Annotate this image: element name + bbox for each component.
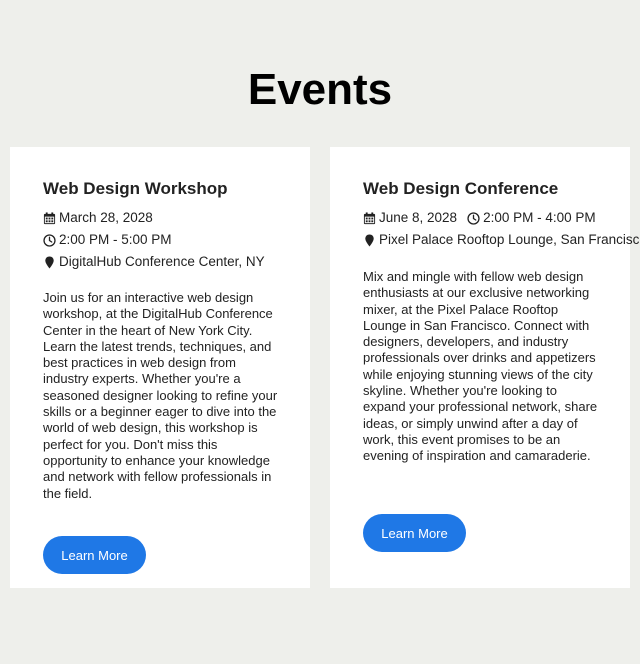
event-time: 2:00 PM - 4:00 PM <box>483 210 596 225</box>
event-date: June 8, 2028 <box>379 210 458 225</box>
calendar-icon <box>43 211 56 225</box>
event-location-row: Pixel Palace Rooftop Lounge, San Francis… <box>363 229 640 251</box>
learn-more-button[interactable]: Learn More <box>43 536 146 574</box>
page-title: Events <box>247 65 393 114</box>
event-date-time-row: June 8, 2028 2:00 PM - 4:00 PM <box>363 207 630 229</box>
event-card-web-design-workshop: Web Design Workshop March 28, 2028 2:00 … <box>10 147 310 588</box>
event-time: 2:00 PM - 5:00 PM <box>59 232 172 247</box>
event-title: Web Design Workshop <box>43 179 228 198</box>
event-description: Join us for an interactive web design wo… <box>43 290 278 501</box>
event-location-row: DigitalHub Conference Center, NY <box>43 251 310 273</box>
event-date: March 28, 2028 <box>59 210 153 225</box>
learn-more-button[interactable]: Learn More <box>363 514 466 552</box>
event-location: Pixel Palace Rooftop Lounge, San Francis… <box>379 232 640 247</box>
event-description: Mix and mingle with fellow web design en… <box>363 269 598 464</box>
event-location: DigitalHub Conference Center, NY <box>59 254 265 269</box>
event-time-row: 2:00 PM - 5:00 PM <box>43 229 310 251</box>
map-marker-icon <box>43 256 56 269</box>
clock-icon <box>467 211 480 225</box>
clock-icon <box>43 233 56 247</box>
event-title: Web Design Conference <box>363 179 559 198</box>
event-card-web-design-conference: Web Design Conference June 8, 2028 2:00 … <box>330 147 640 588</box>
map-marker-icon <box>363 234 376 247</box>
calendar-icon <box>363 211 376 225</box>
event-date-row: March 28, 2028 <box>43 207 310 229</box>
